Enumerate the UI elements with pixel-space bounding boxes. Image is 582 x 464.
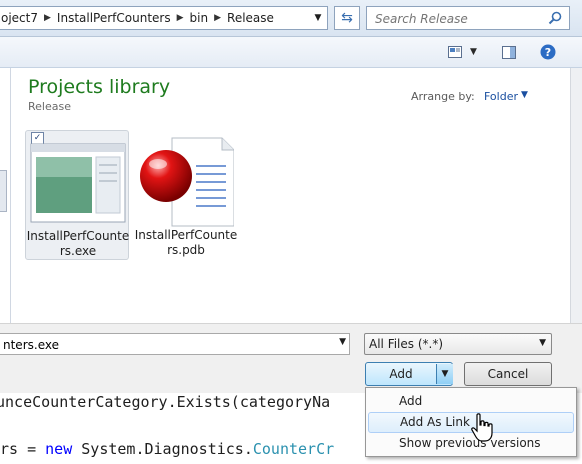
cancel-button[interactable]: Cancel: [464, 362, 552, 386]
file-item-exe[interactable]: ✓ InstallPerfCounte rs.exe: [25, 130, 129, 260]
refresh-icon: ⇆: [341, 10, 353, 26]
code-line: rs = new System.Diagnostics.CounterCr: [0, 440, 335, 458]
search-box[interactable]: [366, 6, 570, 30]
svg-text:?: ?: [545, 46, 551, 59]
breadcrumb-item-release[interactable]: Release: [223, 11, 278, 25]
file-type-value: All Files (*.*): [369, 337, 444, 351]
file-name-label: InstallPerfCounte rs.exe: [26, 229, 130, 258]
search-icon[interactable]: [547, 10, 563, 26]
breadcrumb-item-bin[interactable]: bin: [186, 11, 213, 25]
preview-pane-icon: [502, 45, 516, 59]
library-title: Projects library: [28, 76, 171, 98]
preview-pane-button[interactable]: [502, 43, 516, 61]
help-icon: ?: [540, 44, 556, 60]
breadcrumb-item-project[interactable]: oject7: [0, 11, 42, 25]
menu-item-add[interactable]: Add: [368, 391, 574, 412]
navigation-pane-scrollbar[interactable]: [0, 170, 7, 212]
chevron-right-icon[interactable]: ▶: [175, 13, 186, 23]
chevron-right-icon[interactable]: ▶: [42, 13, 53, 23]
file-name-combobox[interactable]: ▼: [0, 333, 350, 355]
file-name-input[interactable]: [1, 335, 325, 355]
arrange-by-label: Arrange by:: [411, 90, 475, 103]
hand-cursor-icon: [471, 413, 493, 442]
chevron-down-icon[interactable]: ▼: [339, 337, 346, 347]
chevron-down-icon: ▼: [539, 338, 546, 348]
chevron-down-icon: ▼: [470, 47, 477, 57]
code-line: unceCounterCategory.Exists(categoryNa: [0, 393, 331, 411]
file-item-pdb[interactable]: InstallPerfCounte rs.pdb: [134, 130, 238, 260]
refresh-button[interactable]: ⇆: [334, 6, 360, 30]
help-button[interactable]: ?: [540, 43, 556, 61]
change-view-button[interactable]: ▼: [448, 43, 477, 61]
address-bar[interactable]: oject7 ▶ InstallPerfCounters ▶ bin ▶ Rel…: [0, 6, 328, 30]
pdb-file-icon: [140, 137, 234, 227]
file-type-select[interactable]: All Files (*.*) ▼: [364, 333, 552, 355]
view-icon: [448, 46, 462, 58]
add-split-button[interactable]: Add ▼: [365, 362, 453, 386]
breadcrumb: oject7 ▶ InstallPerfCounters ▶ bin ▶ Rel…: [0, 11, 278, 25]
chevron-right-icon[interactable]: ▶: [212, 13, 223, 23]
chevron-down-icon[interactable]: ▼: [311, 11, 325, 25]
add-button[interactable]: Add: [366, 367, 436, 381]
chevron-down-icon[interactable]: ▼: [521, 90, 528, 100]
arrange-by-dropdown[interactable]: Folder: [484, 90, 518, 103]
search-input[interactable]: [373, 8, 547, 30]
file-name-label: InstallPerfCounte rs.pdb: [134, 228, 238, 257]
command-toolbar: ▼ ?: [0, 37, 582, 68]
breadcrumb-item-installperfcounters[interactable]: InstallPerfCounters: [53, 11, 175, 25]
application-icon: [30, 143, 126, 223]
vertical-scrollbar[interactable]: [570, 68, 582, 323]
library-subtitle: Release: [28, 100, 71, 113]
chevron-down-icon[interactable]: ▼: [436, 364, 453, 384]
